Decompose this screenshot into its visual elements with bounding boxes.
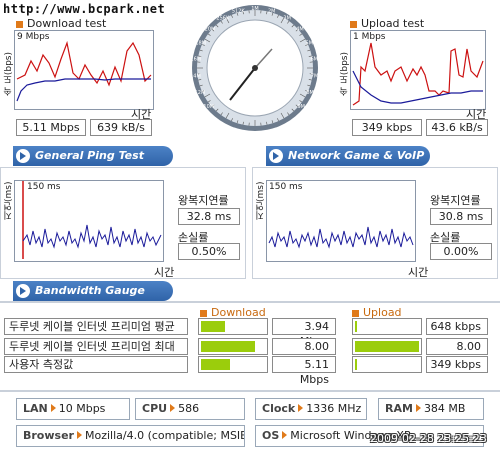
- gauge-label: 6M: [311, 57, 319, 63]
- arrow-icon: [50, 404, 56, 412]
- arrow-icon: [298, 404, 304, 412]
- ping-max-label: 150 ms: [27, 182, 61, 192]
- download-kbs-value: 639 kB/s: [90, 119, 152, 136]
- play-icon: [269, 149, 283, 163]
- cpu-info: CPU 586: [135, 398, 245, 420]
- game-time-label: 시간: [408, 266, 429, 279]
- ping-time-label: 시간: [154, 266, 175, 279]
- gauge-label: 2M: [268, 8, 276, 14]
- timestamp: 2009-02-28 23:25:23: [370, 432, 487, 445]
- upload-graph-plot: [352, 42, 484, 106]
- bandwidth-separator: [0, 301, 500, 303]
- gauge-label: 12M: [195, 90, 206, 96]
- upload-value: 648 kbps: [426, 318, 488, 335]
- arrow-icon: [415, 404, 421, 412]
- bandwidth-row-label: 사용자 측정값: [4, 356, 188, 373]
- download-bar: [198, 356, 268, 373]
- upload-bar-fill: [355, 359, 357, 370]
- bandwidth-banner: Bandwidth Gauge: [13, 281, 173, 301]
- gauge-label: 512K: [232, 8, 246, 14]
- ping-test-banner: General Ping Test: [13, 146, 173, 166]
- upload-value: 349 kbps: [426, 356, 488, 373]
- upload-graph: 1 Mbps: [350, 30, 486, 110]
- game-loss-value: 0.00%: [430, 243, 492, 260]
- gauge-label: 4M: [296, 26, 304, 32]
- upload-kbs-value: 43.6 kB/s: [426, 119, 488, 136]
- bandwidth-row-label: 두루넷 케이블 인터넷 프리미엄 평균: [4, 318, 188, 335]
- download-max-label: 9 Mbps: [17, 32, 50, 42]
- game-graph-plot: [268, 226, 414, 249]
- game-latency-value: 30.8 ms: [430, 208, 492, 225]
- gauge-label: 14M: [190, 74, 201, 80]
- square-icon: [16, 20, 23, 28]
- gauge-label: 20M: [205, 26, 216, 32]
- gauge-label: 16M: [190, 57, 201, 63]
- download-bar-fill: [201, 321, 225, 332]
- square-icon: [352, 309, 359, 317]
- download-value: 5.11 Mbps: [272, 356, 336, 386]
- download-title: Download test: [16, 17, 106, 30]
- gauge-label: 9M: [297, 104, 305, 110]
- ping-graph: 150 ms: [14, 180, 164, 262]
- game-graph: 150 ms: [266, 180, 416, 262]
- upload-kbps-value: 349 kbps: [352, 119, 422, 136]
- lan-info: LAN 10 Mbps: [16, 398, 130, 420]
- ram-info: RAM 384 MB: [378, 398, 484, 420]
- ping-latency-label: 왕복지연률: [178, 194, 229, 207]
- info-separator: [0, 390, 500, 392]
- ping-loss-value: 0.50%: [178, 243, 240, 260]
- gauge-label: 3M: [283, 15, 291, 21]
- clock-info: Clock 1336 MHz: [255, 398, 367, 420]
- download-bar: [198, 318, 268, 335]
- upload-bar: [352, 356, 422, 373]
- upload-bar: [352, 318, 422, 335]
- download-value: 3.94 Mbps: [272, 318, 336, 348]
- arrow-icon: [76, 431, 82, 439]
- download-graph: 9 Mbps: [14, 30, 154, 110]
- download-mbps-value: 5.11 Mbps: [16, 119, 86, 136]
- download-value: 8.00 Mbps: [272, 338, 336, 368]
- site-url: http://www.bcpark.net: [3, 2, 166, 16]
- bandwidth-row-label: 두루넷 케이블 인터넷 프리미엄 최대: [4, 338, 188, 355]
- upload-bar-fill: [355, 321, 357, 332]
- arrow-icon: [282, 431, 288, 439]
- ping-graph-plot: [22, 181, 162, 259]
- download-bar: [198, 338, 268, 355]
- gauge-label: 5M: [306, 40, 314, 46]
- download-graph-plot: [16, 40, 152, 102]
- gauge-label: 18M: [195, 40, 206, 46]
- gauge-label: 7M: [311, 74, 319, 80]
- play-icon: [16, 284, 30, 298]
- play-icon: [16, 149, 30, 163]
- ping-latency-value: 32.8 ms: [178, 208, 240, 225]
- gauge-label: 256K: [216, 15, 230, 21]
- upload-value: 8.00 Mbps: [426, 338, 488, 368]
- speed-gauge: 10M 12M 14M 16M 18M 20M 256K 512K 1M 2M 3M 4M 5M 6M 7M…: [190, 3, 320, 133]
- download-bar-fill: [201, 341, 255, 352]
- arrow-icon: [170, 404, 176, 412]
- upload-bar: [352, 338, 422, 355]
- upload-title: Upload test: [350, 17, 424, 30]
- gauge-label: 10M: [203, 104, 214, 110]
- download-bar-fill: [201, 359, 231, 370]
- game-latency-label: 왕복지연률: [430, 194, 481, 207]
- upload-max-label: 1 Mbps: [353, 32, 386, 42]
- game-test-banner: Network Game & VoIP Test: [266, 146, 430, 182]
- gauge-label: 1M: [251, 6, 259, 12]
- game-max-label: 150 ms: [269, 182, 303, 192]
- square-icon: [350, 20, 357, 28]
- gauge-label: 8M: [306, 90, 314, 96]
- upload-bar-fill: [355, 341, 419, 352]
- browser-info: BrowserMozilla/4.0 (compatible; MSIE 6.0: [16, 425, 245, 447]
- square-icon: [200, 309, 207, 317]
